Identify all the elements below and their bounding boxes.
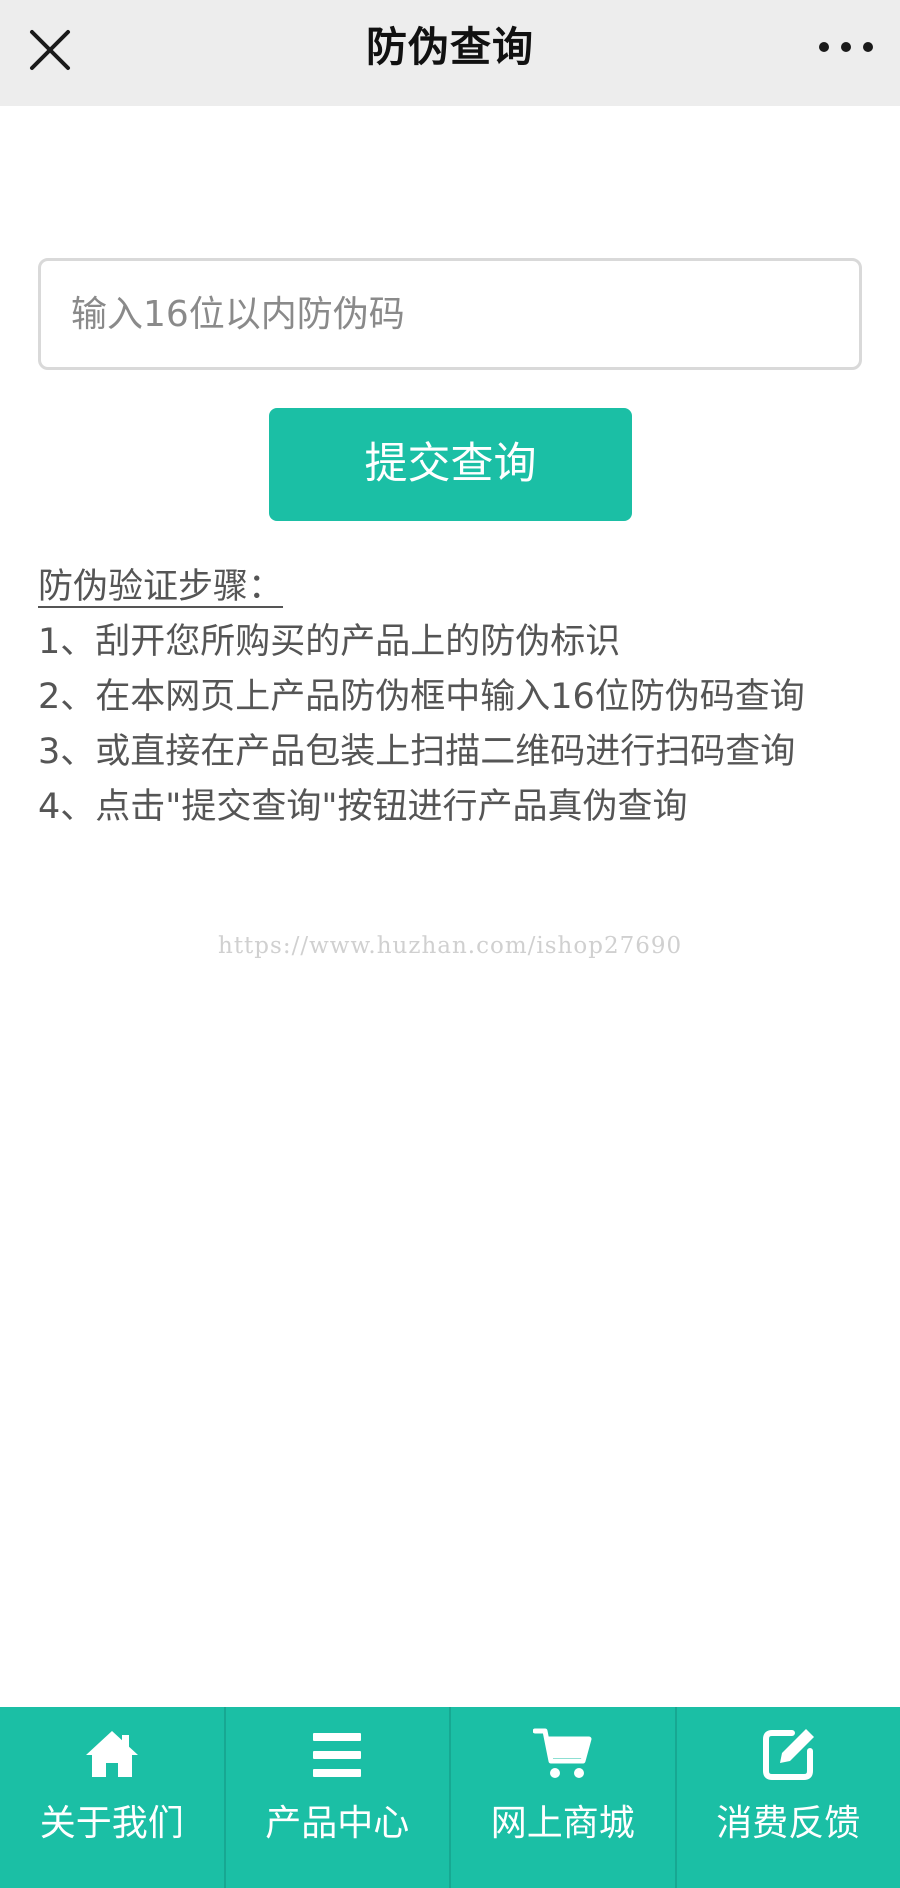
list-icon [307, 1725, 367, 1785]
watermark-text: https://www.huzhan.com/ishop27690 [218, 933, 683, 959]
nav-item-online-store[interactable]: 网上商城 [449, 1707, 675, 1888]
app-root: 防伪查询 提交查询 防伪验证步骤： 1、刮开您所购买的产品上的防伪标识 2、在本… [0, 0, 900, 1888]
anti-counterfeit-code-input[interactable] [38, 258, 862, 370]
edit-icon [758, 1725, 818, 1785]
more-button[interactable] [814, 26, 878, 68]
step-item: 2、在本网页上产品防伪框中输入16位防伪码查询 [38, 677, 805, 717]
step-item: 3、或直接在产品包装上扫描二维码进行扫码查询 [38, 732, 796, 772]
bottom-nav: 关于我们 产品中心 网上商城 消费反馈 [0, 1707, 900, 1888]
more-horizontal-icon [819, 42, 873, 52]
nav-item-about-us[interactable]: 关于我们 [0, 1707, 224, 1888]
submit-query-button[interactable]: 提交查询 [269, 408, 632, 521]
step-item: 1、刮开您所购买的产品上的防伪标识 [38, 622, 621, 662]
cart-icon [532, 1725, 593, 1785]
nav-item-feedback[interactable]: 消费反馈 [674, 1707, 900, 1888]
nav-item-products[interactable]: 产品中心 [223, 1707, 450, 1888]
steps-title: 防伪验证步骤： [38, 567, 284, 607]
page-title: 防伪查询 [366, 23, 534, 71]
home-icon [82, 1725, 142, 1785]
nav-label: 消费反馈 [716, 1803, 861, 1844]
header-bar: 防伪查询 [0, 0, 900, 106]
verification-steps: 防伪验证步骤： 1、刮开您所购买的产品上的防伪标识 2、在本网页上产品防伪框中输… [38, 560, 828, 835]
nav-label: 关于我们 [39, 1803, 184, 1844]
nav-label: 产品中心 [265, 1803, 410, 1844]
step-item: 4、点击"提交查询"按钮进行产品真伪查询 [38, 787, 688, 827]
nav-label: 网上商城 [490, 1803, 635, 1844]
